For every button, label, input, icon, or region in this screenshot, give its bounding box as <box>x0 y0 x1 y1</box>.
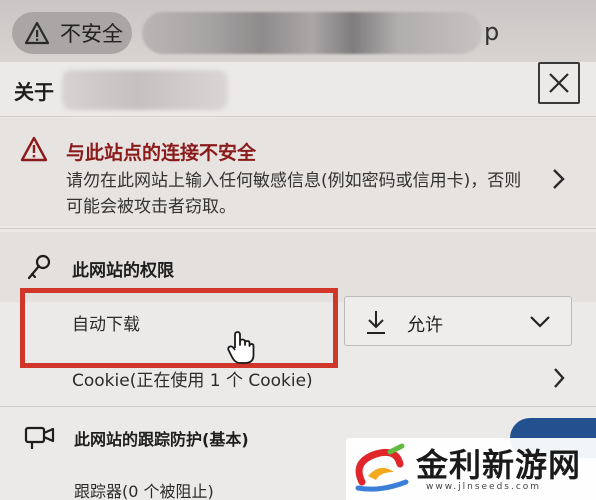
chevron-down-icon <box>530 316 550 328</box>
divider <box>0 116 596 117</box>
permissions-label: 此网站的权限 <box>72 261 174 281</box>
popup-header: 关于 <box>0 62 596 114</box>
auto-download-value: 允许 <box>407 315 443 336</box>
url-text-blurred[interactable] <box>142 12 482 54</box>
warning-icon <box>24 21 50 45</box>
site-permissions-header[interactable]: 此网站的权限 <box>0 232 596 302</box>
auto-download-label: 自动下载 <box>72 315 140 335</box>
connection-warning[interactable]: 与此站点的连接不安全 请勿在此网站上输入任何敏感信息(例如密码或信用卡)，否则可… <box>0 118 596 226</box>
chevron-right-icon <box>554 368 565 388</box>
chevron-right-icon[interactable] <box>548 166 568 192</box>
divider <box>0 406 596 407</box>
security-label: 不安全 <box>60 22 123 46</box>
watermark-url: www.jlnseeds.com <box>426 482 542 492</box>
cookie-label: Cookie(正在使用 1 个 Cookie) <box>72 371 313 391</box>
site-info-popup: 关于 与此站点的连接不安全 请勿在此网站上输入任何敏感信息(例如密码或信用卡)，… <box>0 62 596 500</box>
divider <box>0 228 596 229</box>
trackers-count-label[interactable]: 跟踪器(0 个被阻止) <box>74 478 214 500</box>
watermark-logo-icon <box>355 443 409 492</box>
close-button[interactable] <box>538 62 580 104</box>
auto-download-select[interactable]: 允许 <box>344 296 572 346</box>
download-icon <box>367 311 385 334</box>
popup-title-prefix: 关于 <box>14 80 54 104</box>
watermark-name: 金利新游网 <box>416 446 582 484</box>
cookie-row[interactable]: Cookie(正在使用 1 个 Cookie) <box>0 354 596 406</box>
camera-icon <box>24 426 55 449</box>
hand-cursor-icon <box>227 331 255 364</box>
tracking-label: 此网站的跟踪防护(基本) <box>74 430 249 449</box>
security-indicator-chip[interactable]: 不安全 <box>12 12 132 54</box>
warning-body: 请勿在此网站上输入任何敏感信息(例如密码或信用卡)，否则可能会被攻击者窃取。 <box>66 171 522 217</box>
close-icon <box>549 73 569 93</box>
url-tail: p <box>484 18 500 46</box>
address-bar: 不安全 p <box>0 0 596 62</box>
key-icon <box>27 254 51 280</box>
site-name-blurred <box>62 70 228 110</box>
warning-title: 与此站点的连接不安全 <box>66 142 257 164</box>
watermark: 金利新游网 www.jlnseeds.com <box>346 438 596 500</box>
warning-icon <box>20 136 48 162</box>
